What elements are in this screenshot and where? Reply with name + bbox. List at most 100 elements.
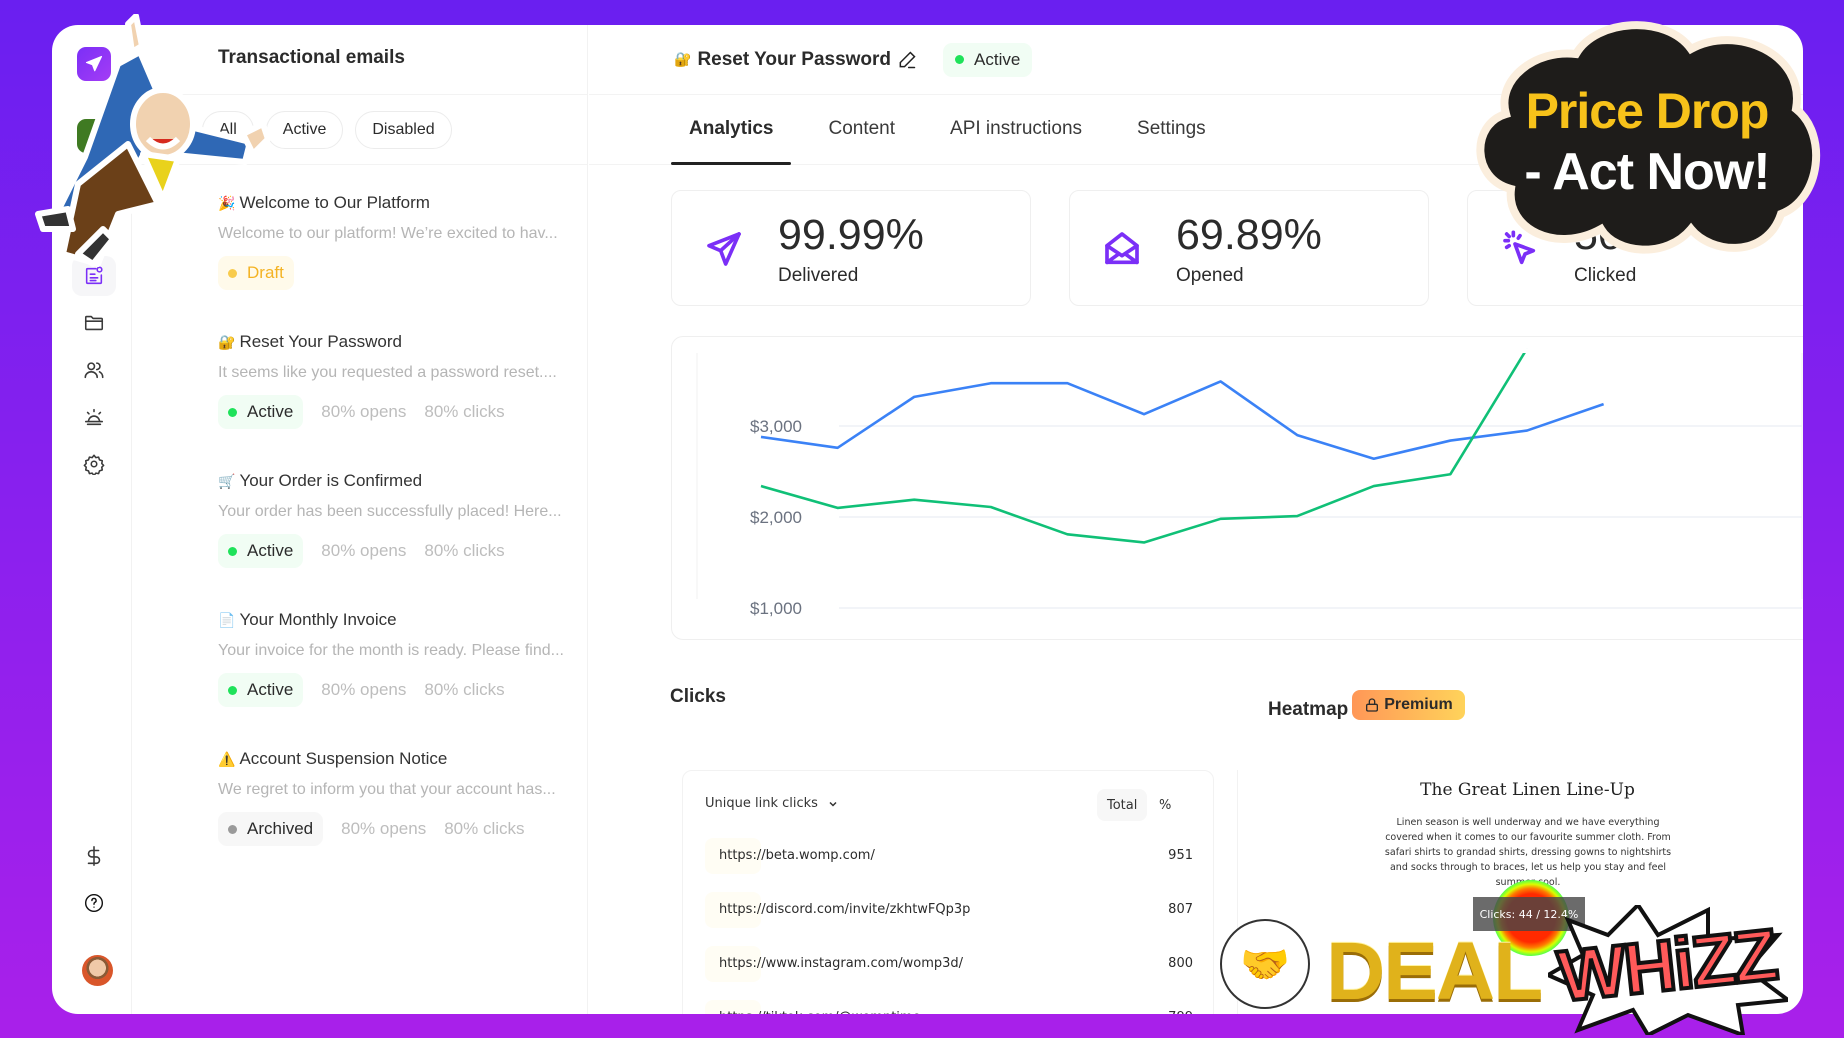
status-dot — [228, 546, 237, 556]
tab-content[interactable]: Content — [810, 94, 913, 164]
link-metric-dropdown[interactable]: Unique link clicks — [705, 796, 838, 811]
clicks-stat: 80% clicks — [424, 680, 505, 699]
promo-line-1: Price Drop — [1525, 83, 1770, 139]
email-preview: Your invoice for the month is ready. Ple… — [218, 642, 564, 659]
lock-icon — [1366, 698, 1379, 712]
email-preview: Your order has been successfully placed!… — [218, 503, 562, 520]
email-item[interactable]: 📄 Your Monthly Invoice Your invoice for t… — [218, 610, 578, 707]
tab-analytics[interactable]: Analytics — [671, 94, 792, 165]
stat-label: Delivered — [778, 265, 859, 286]
link-url: https://tiktok.com/@womptime — [719, 1010, 921, 1014]
folder-icon — [84, 315, 104, 331]
opens-stat: 80% opens — [341, 819, 427, 838]
link-total: 799 — [1168, 1010, 1193, 1014]
preview-body: Linen season is well underway and we hav… — [1384, 817, 1672, 888]
status-label: Active — [974, 49, 1021, 69]
heatmap-header: Heatmap Premium — [1268, 689, 1465, 721]
y-tick-label: $1,000 — [750, 599, 802, 618]
dropdown-label: Unique link clicks — [705, 796, 818, 811]
email-title: Account Suspension Notice — [239, 749, 448, 768]
handshake-icon: 🤝 — [1220, 919, 1310, 1009]
link-row[interactable]: https://tiktok.com/@womptime 799 — [705, 1000, 1193, 1014]
link-url: https://discord.com/invite/zkhtwFQp3p — [719, 902, 971, 917]
link-row[interactable]: https://discord.com/invite/zkhtwFQp3p 807 — [705, 892, 1193, 928]
heatmap-heading: Heatmap — [1268, 699, 1349, 720]
stat-card-delivered: 99.99% Delivered — [671, 190, 1031, 306]
email-title: Reset Your Password — [239, 332, 402, 351]
status-dot — [955, 55, 965, 64]
rail-item-audience[interactable] — [72, 350, 116, 390]
rail-item-alerts[interactable] — [72, 397, 116, 437]
user-avatar[interactable] — [82, 955, 113, 986]
status-label: Active — [247, 402, 294, 421]
link-row[interactable]: https://beta.womp.com/951 — [705, 838, 1193, 874]
revenue-chart-card: $1,000 $2,000 $3,000 — [671, 336, 1803, 640]
premium-label: Premium — [1384, 696, 1453, 713]
edit-pencil-icon[interactable] — [897, 50, 917, 70]
email-item[interactable]: ⚠️ Account Suspension Notice We regret to… — [218, 749, 578, 846]
cart-icon: 🛒 — [218, 472, 236, 489]
status-dot — [228, 685, 237, 695]
rail-item-settings[interactable] — [72, 444, 116, 484]
opens-stat: 80% opens — [321, 402, 407, 421]
deal-whizz-logo: 🤝 DEAL WHiZZ — [1218, 905, 1798, 1035]
link-url: https://www.instagram.com/womp3d/ — [719, 956, 964, 971]
gear-icon — [83, 454, 105, 475]
rail-item-folders[interactable] — [72, 303, 116, 343]
status-dot — [228, 824, 237, 834]
status-dot — [228, 407, 237, 417]
tab-api-instructions[interactable]: API instructions — [932, 94, 1100, 164]
clicks-stat: 80% clicks — [424, 402, 505, 421]
status-label: Active — [247, 680, 294, 699]
col-percent-toggle[interactable]: % — [1159, 789, 1171, 821]
link-total: 951 — [1168, 848, 1193, 863]
clicks-stat: 80% clicks — [424, 541, 505, 560]
opens-stat: 80% opens — [321, 680, 407, 699]
status-badge: Active — [218, 534, 304, 568]
document-icon: 📄 — [218, 611, 236, 628]
status-label: Archived — [247, 819, 314, 838]
send-icon — [707, 232, 741, 266]
warning-icon: ⚠️ — [218, 750, 236, 767]
y-tick-label: $3,000 — [750, 417, 802, 436]
dollar-icon — [87, 846, 101, 866]
envelope-open-icon — [1105, 232, 1139, 265]
link-total: 807 — [1168, 902, 1193, 917]
email-preview: We regret to inform you that your accoun… — [218, 781, 556, 798]
link-row[interactable]: https://www.instagram.com/womp3d/800 — [705, 946, 1193, 982]
promo-line-2: - Act Now! — [1524, 143, 1770, 201]
help-icon — [84, 893, 104, 913]
cheering-man-sticker — [18, 13, 278, 274]
link-url: https://beta.womp.com/ — [719, 848, 875, 863]
rail-item-help[interactable] — [72, 883, 116, 923]
y-tick-label: $2,000 — [750, 508, 802, 527]
premium-badge[interactable]: Premium — [1352, 690, 1465, 720]
line-series-green — [760, 353, 1526, 544]
stat-value: 99.99% — [778, 211, 924, 259]
filter-disabled[interactable]: Disabled — [355, 110, 452, 149]
cartoon-man-icon — [35, 13, 271, 267]
email-item[interactable]: 🛒 Your Order is Confirmed Your order has … — [218, 471, 578, 568]
email-item[interactable]: 🔐 Reset Your Password It seems like you r… — [218, 332, 578, 429]
users-icon — [84, 362, 104, 379]
rail-item-billing[interactable] — [72, 836, 116, 876]
stat-label: Opened — [1176, 265, 1244, 286]
status-badge: Archived — [218, 812, 324, 846]
email-preview: It seems like you requested a password r… — [218, 364, 557, 381]
line-chart: $1,000 $2,000 $3,000 — [696, 348, 1803, 618]
col-total-toggle[interactable]: Total — [1097, 789, 1148, 821]
price-drop-sticker: Price Drop - Act Now! — [1466, 14, 1828, 262]
tab-settings[interactable]: Settings — [1119, 94, 1224, 164]
stat-label: Clicked — [1574, 265, 1637, 286]
line-series-blue — [760, 380, 1605, 461]
brand-word-deal: DEAL — [1326, 926, 1543, 1017]
status-label: Active — [247, 541, 294, 560]
lock-key-icon: 🔐 — [218, 333, 236, 350]
detail-title: Reset Your Password — [697, 48, 892, 70]
link-total: 800 — [1168, 956, 1193, 971]
status-badge: Active — [218, 395, 304, 429]
stat-value: 69.89% — [1176, 211, 1322, 259]
clicks-heading: Clicks — [670, 686, 726, 707]
clicks-table: Unique link clicks Total % https://beta.… — [682, 770, 1214, 1014]
opens-stat: 80% opens — [321, 541, 407, 560]
